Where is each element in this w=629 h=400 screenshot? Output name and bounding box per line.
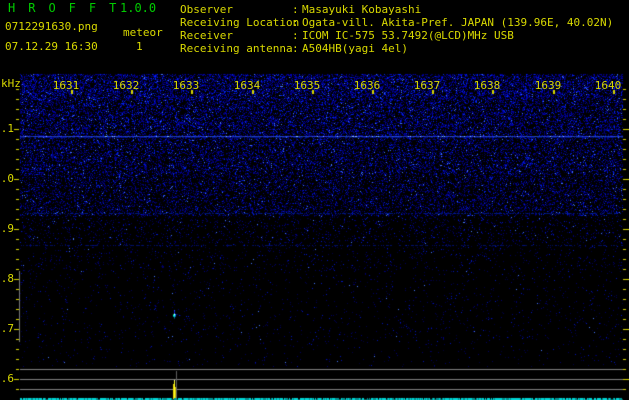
y-tick-label: 1.1 — [0, 122, 14, 135]
y-axis-unit-label: kHz — [1, 77, 21, 90]
x-tick-label: 1639 — [534, 79, 562, 92]
y-tick-label: 0.7 — [0, 322, 14, 335]
observer-row: Observer: Masayuki Kobayashi — [180, 3, 421, 16]
x-tick-label: 1632 — [112, 79, 140, 92]
y-tick-label: 0.6 — [0, 372, 14, 385]
location-value: Ogata-vill. Akita-Pref. JAPAN (139.96E, … — [302, 16, 614, 29]
antenna-row: Receiving antenna: A504HB(yagi 4el) — [180, 42, 408, 55]
separator: : — [292, 16, 299, 29]
timestamp: 07.12.29 16:30 — [5, 40, 98, 53]
observer-label: Observer — [180, 3, 233, 16]
location-row: Receiving Location: Ogata-vill. Akita-Pre… — [180, 16, 613, 29]
receiver-value: ICOM IC-575 53.7492(@LCD)MHz USB — [302, 29, 514, 42]
receiver-row: Receiver: ICOM IC-575 53.7492(@LCD)MHz US… — [180, 29, 514, 42]
app-version: 1.0.0 — [120, 1, 157, 15]
app-title: HROFFT — [8, 1, 130, 15]
y-tick-label: 0.9 — [0, 222, 14, 235]
x-tick-label: 1633 — [172, 79, 200, 92]
x-tick-label: 1640 — [594, 79, 622, 92]
x-tick-label: 1636 — [353, 79, 381, 92]
receiver-label: Receiver — [180, 29, 233, 42]
observer-value: Masayuki Kobayashi — [302, 3, 422, 16]
y-tick-label: 1.0 — [0, 172, 14, 185]
location-label: Receiving Location — [180, 16, 300, 29]
separator: : — [292, 3, 299, 16]
x-tick-label: 1635 — [293, 79, 321, 92]
x-tick-label: 1638 — [473, 79, 501, 92]
hrofft-output-image: HROFFT 1.0.0 0712291630.png meteor 07.12… — [0, 0, 629, 400]
separator: : — [292, 42, 299, 55]
antenna-label: Receiving antenna — [180, 42, 293, 55]
x-tick-label: 1631 — [52, 79, 80, 92]
antenna-value: A504HB(yagi 4el) — [302, 42, 408, 55]
spectrogram-canvas — [0, 0, 629, 400]
x-tick-label: 1637 — [413, 79, 441, 92]
y-tick-label: 0.8 — [0, 272, 14, 285]
x-tick-label: 1634 — [233, 79, 261, 92]
meteor-count: 1 — [136, 40, 143, 53]
output-filename: 0712291630.png — [5, 20, 98, 33]
separator: : — [292, 29, 299, 42]
mode-label: meteor — [123, 26, 163, 39]
